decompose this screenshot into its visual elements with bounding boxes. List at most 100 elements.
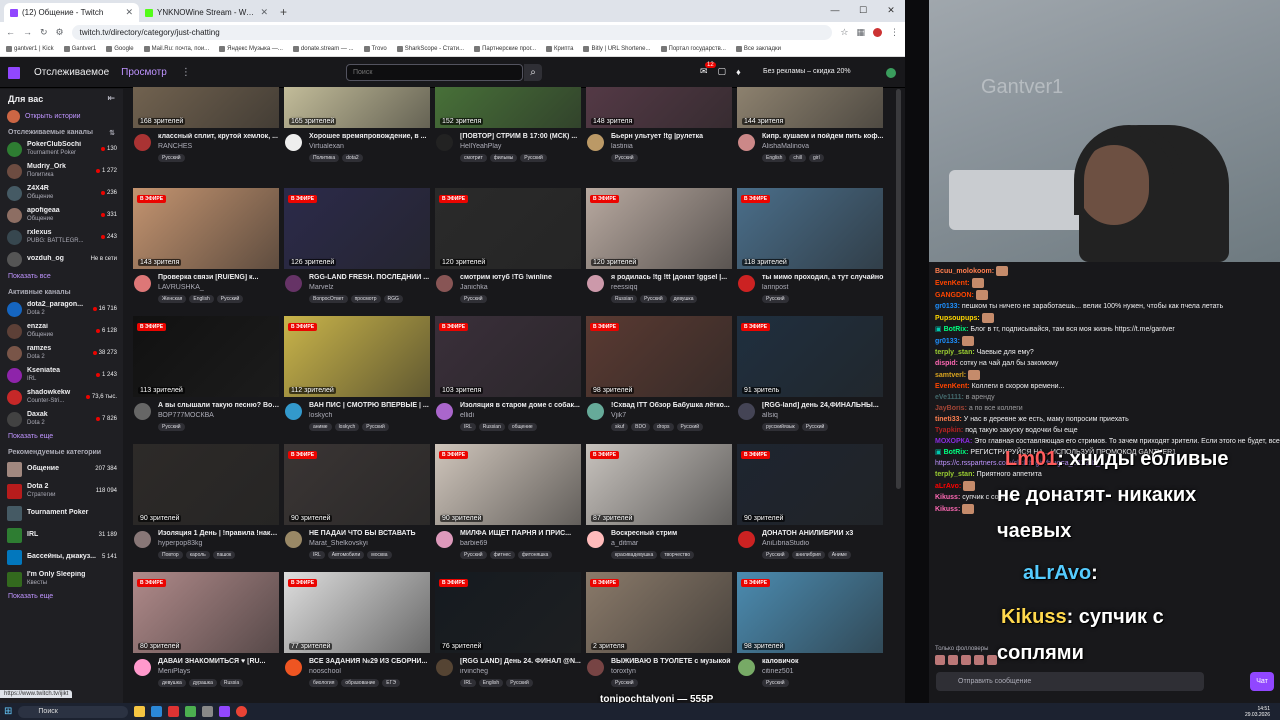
channel-name[interactable]: AniLibriaStudio [762,540,884,547]
emote-icon[interactable] [974,655,984,665]
stream-thumbnail[interactable]: 148 зрителя [586,87,732,128]
stream-card[interactable]: В ЭФИРЕ 112 зрителей ВАН ПИС | СМОТРЮ ВПЕР… [284,316,430,438]
tag[interactable]: просмотр [350,295,381,303]
tag[interactable]: Политика [309,154,340,162]
stream-title[interactable]: ВЫЖИВАЮ В ТУОЛЕТЕ с музыкой [611,658,733,665]
app-icon[interactable] [202,706,214,717]
stream-card[interactable]: В ЭФИРЕ 2 зрителя ВЫЖИВАЮ В ТУОЛЕТЕ с музы… [586,572,732,694]
stream-title[interactable]: каловичок [762,658,884,665]
bookmark-item[interactable]: gantver1 | Kick [6,46,54,52]
channel-name[interactable]: ellidi [460,412,582,419]
open-stories-link[interactable]: Открыть истории [25,113,81,120]
chrome-icon[interactable] [236,706,248,717]
user-avatar[interactable] [886,68,896,78]
stream-title[interactable]: Хорошее времяпровождение, в ... [309,133,431,140]
channel-avatar[interactable] [587,659,604,676]
emote-icon[interactable] [987,655,997,665]
stream-thumbnail[interactable]: 168 зрителей [133,87,279,128]
stream-thumbnail[interactable]: В ЭФИРЕ 80 зрителей [133,572,279,653]
stream-card[interactable]: В ЭФИРЕ 76 зрителей [RGG LAND] День 24. ФИ… [435,572,581,694]
channel-avatar[interactable] [587,531,604,548]
tag[interactable]: Русский [460,551,487,559]
stream-title[interactable]: ДАВАЙ ЗНАКОМИТЬСЯ ♥ [RU... [158,658,280,665]
channel-avatar[interactable] [738,403,755,420]
stream-thumbnail[interactable]: В ЭФИРЕ 90 зрителей [284,444,430,525]
taskbar-search[interactable]: Поиск [18,705,129,718]
channel-avatar[interactable] [738,531,755,548]
tag[interactable]: аниме [309,423,332,431]
active-channel-item[interactable]: ramzes Dota 2 38 273 [0,342,123,364]
channel-avatar[interactable] [738,134,755,151]
tag[interactable]: Russian [611,295,638,303]
maximize-icon[interactable]: ☐ [849,0,877,22]
channel-name[interactable]: Vjik7 [611,412,733,419]
tag[interactable]: BDO [631,423,651,431]
tag[interactable]: фильмы [489,154,518,162]
channel-name[interactable]: Marat_Shelkovskyi [309,540,431,547]
stream-thumbnail[interactable]: В ЭФИРЕ 143 зрителя [133,188,279,269]
page-scrollbar[interactable] [896,89,901,489]
nav-following[interactable]: Отслеживаемое [34,67,109,78]
tag[interactable]: Русский [158,423,185,431]
stream-thumbnail[interactable]: В ЭФИРЕ 90 зрителей [737,444,883,525]
tag[interactable]: Russian [478,423,505,431]
tag[interactable]: Аниме [827,551,851,559]
channel-name[interactable]: LAVRUSHKA_ [158,284,280,291]
tag[interactable]: Русский [460,295,487,303]
bookmark-star-icon[interactable]: ☆ [840,27,848,38]
stream-title[interactable]: А вы слышали такую песню? Воз... [158,402,280,409]
stream-card[interactable]: В ЭФИРЕ 80 зрителей ДАВАЙ ЗНАКОМИТЬСЯ ♥ [R… [133,572,279,694]
site-info-icon[interactable]: ⚙ [56,27,64,38]
category-item[interactable]: Tournament Poker [0,502,123,524]
stream-thumbnail[interactable]: 144 зрителя [737,87,883,128]
bookmark-item[interactable]: Все закладки [735,46,781,52]
channel-name[interactable]: RANCHES [158,143,280,150]
stream-card[interactable]: В ЭФИРЕ 77 зрителей ВСЕ ЗАДАНИЯ №29 ИЗ СБО… [284,572,430,694]
stream-card[interactable]: В ЭФИРЕ 126 зрителей RGG-LAND FRESH. ПОСЛЕ… [284,188,430,310]
tag[interactable]: drops [653,423,674,431]
channel-avatar[interactable] [285,134,302,151]
active-channel-item[interactable]: shadowkekw Counter-Stri... 73,6 тыс. [0,386,123,408]
channel-name[interactable]: Virtualexan [309,143,431,150]
tag[interactable]: смотрит [460,154,487,162]
channel-name[interactable]: MeriiPlays [158,668,280,675]
chat-username[interactable]: JayBoris: [935,405,967,412]
chat-username[interactable]: eVe1111: [935,394,964,401]
tag[interactable]: общение [507,423,537,431]
stream-thumbnail[interactable]: В ЭФИРЕ 98 зрителей [737,572,883,653]
bookmark-item[interactable]: SharkScope - Стати... [396,46,464,52]
app-icon[interactable] [134,706,146,717]
chat-username[interactable]: aLrAvo: [935,483,961,490]
active-channel-item[interactable]: dota2_paragon... Dota 2 16 716 [0,298,123,320]
tag[interactable]: Русский [801,423,829,431]
stream-thumbnail[interactable]: В ЭФИРЕ 87 зрителей [586,444,732,525]
extensions-icon[interactable]: ▦ [856,27,865,38]
stream-title[interactable]: !Схвад ITT Обзор Бабушка лёгко... [611,402,733,409]
sort-icon[interactable]: ⇅ [109,129,115,137]
tag[interactable]: English [762,154,787,162]
channel-name[interactable]: HellYeahPlay [460,143,582,150]
tag[interactable]: красивадевушка [611,551,658,559]
minimize-icon[interactable]: — [821,0,849,22]
stream-thumbnail[interactable]: В ЭФИРЕ 90 зрителей [435,444,581,525]
channel-name[interactable]: AlishaMalinova [762,143,884,150]
more-icon[interactable]: ⋮ [181,67,191,78]
channel-avatar[interactable] [436,275,453,292]
active-channel-item[interactable]: Daxak Dota 2 7 826 [0,408,123,430]
stream-card[interactable]: В ЭФИРЕ 120 зрителей я родилась !tg !tt |д… [586,188,732,310]
channel-name[interactable]: Janichka [460,284,582,291]
stream-title[interactable]: смотрим ютуб !TG !winline [460,274,582,281]
url-input[interactable]: twitch.tv/directory/category/just-chatti… [71,24,833,40]
bookmark-item[interactable]: Партнерские прог... [474,46,536,52]
tag[interactable]: биология [309,679,339,687]
tag[interactable]: образование [341,679,380,687]
stream-card[interactable]: В ЭФИРЕ 120 зрителей смотрим ютуб !TG !win… [435,188,581,310]
stream-title[interactable]: Воскресный стрим [611,530,733,537]
channel-avatar[interactable] [738,275,755,292]
tag[interactable]: dota2 [342,154,363,162]
stream-title[interactable]: ВАН ПИС | СМОТРЮ ВПЕРВЫЕ | ... [309,402,431,409]
stream-thumbnail[interactable]: 165 зрителей [284,87,430,128]
app-icon[interactable] [219,706,231,717]
tag[interactable]: skuf [611,423,629,431]
windows-start-icon[interactable]: ⊞ [4,706,12,717]
